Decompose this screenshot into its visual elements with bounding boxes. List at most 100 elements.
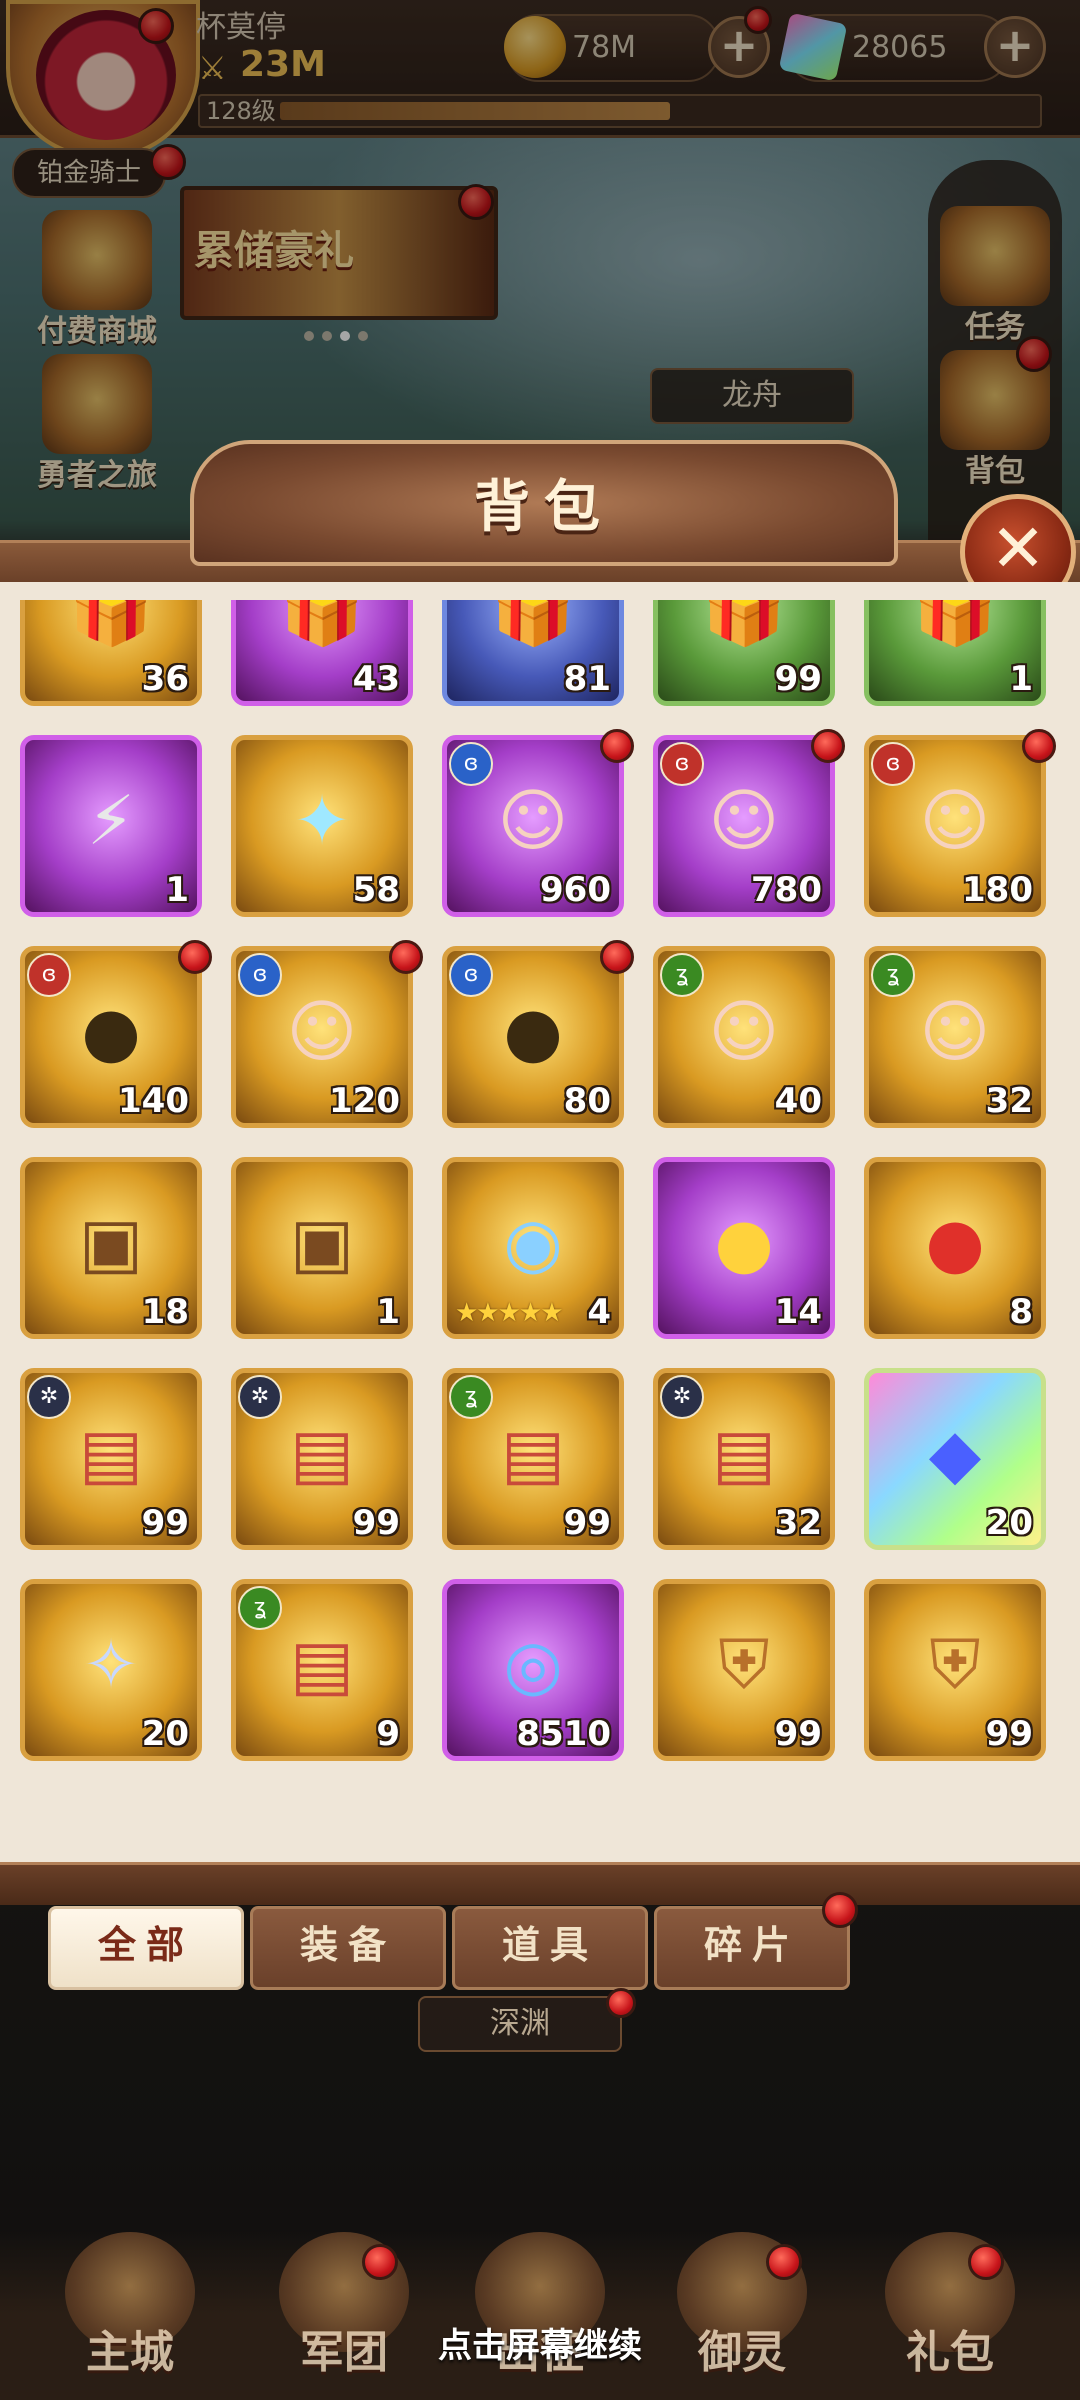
hero-shadow-icon: ● [503, 993, 563, 1072]
nav-expedition[interactable]: 出征 [450, 2232, 630, 2392]
inventory-slot[interactable]: 🎁 1 [864, 600, 1046, 706]
inventory-slot[interactable]: ▤ ✲ 99 [231, 1368, 413, 1550]
tap-to-continue-hint[interactable]: 点击屏幕继续 [0, 2318, 1080, 2367]
element-badge-icon: ✲ [238, 1375, 282, 1419]
inventory-slot[interactable]: ● ɞ 140 [20, 946, 202, 1128]
inventory-slot[interactable]: ⛨ 99 [864, 1579, 1046, 1761]
inventory-slot[interactable]: 🎁 43 [231, 600, 413, 706]
shield-crest-icon: ⛨ [718, 1626, 770, 1705]
red-chest-icon: ▤ [289, 1415, 355, 1494]
item-count: 9 [376, 1714, 400, 1754]
inventory-slot[interactable]: ☺ ɞ 120 [231, 946, 413, 1128]
panel-bottom-frame [0, 1862, 1080, 1905]
element-badge-icon: ɞ [871, 742, 915, 786]
item-count: 40 [774, 1081, 822, 1121]
item-count: 36 [141, 659, 189, 699]
hero-portrait-icon: ☺ [497, 782, 569, 861]
inventory-slot[interactable]: ☺ ʓ 40 [653, 946, 835, 1128]
item-count: 58 [352, 870, 400, 910]
item-count: 180 [962, 870, 1033, 910]
notification-dot [389, 940, 423, 974]
inventory-slot[interactable]: ☺ ɞ 960 [442, 735, 624, 917]
item-count: 8 [1009, 1292, 1033, 1332]
nav-legion[interactable]: 军团 [254, 2232, 434, 2392]
tab-fragments[interactable]: 碎片 [654, 1906, 850, 1990]
notification-dot [822, 1892, 858, 1928]
inventory-slot[interactable]: ◉ ★★★★★ 4 [442, 1157, 624, 1339]
red-chest-icon: ▤ [289, 1626, 355, 1705]
element-badge-icon: ɞ [449, 953, 493, 997]
modal-title-plaque: 背包 [190, 440, 898, 566]
item-count: 80 [563, 1081, 611, 1121]
inventory-slot[interactable]: ● 14 [653, 1157, 835, 1339]
inventory-slot[interactable]: ● 8 [864, 1157, 1046, 1339]
inventory-slot[interactable]: ● ɞ 80 [442, 946, 624, 1128]
item-count: 32 [985, 1081, 1033, 1121]
item-count: 780 [751, 870, 822, 910]
claw-shard-icon: ⚡ [87, 782, 135, 861]
inventory-slot[interactable]: ▤ ✲ 32 [653, 1368, 835, 1550]
inventory-slot[interactable]: 🎁 99 [653, 600, 835, 706]
nav-main-city[interactable]: 主城 [40, 2232, 220, 2392]
element-badge-icon: ɞ [449, 742, 493, 786]
red-chest-icon: ▤ [711, 1415, 777, 1494]
inventory-slot[interactable]: ⛨ 99 [653, 1579, 835, 1761]
item-count: 99 [563, 1503, 611, 1543]
tab-props[interactable]: 道具 [452, 1906, 648, 1990]
hero-portrait-icon: ☺ [708, 993, 780, 1072]
treasure-chest-icon: 🎁 [490, 600, 576, 650]
item-count: 8510 [516, 1714, 611, 1754]
inventory-slot[interactable]: ▤ ʓ 99 [442, 1368, 624, 1550]
notification-dot [362, 2244, 398, 2280]
red-chest-icon: ▤ [78, 1415, 144, 1494]
inventory-slot[interactable]: ▤ ʓ 9 [231, 1579, 413, 1761]
inventory-slot[interactable]: ▣ 1 [231, 1157, 413, 1339]
item-count: 99 [774, 1714, 822, 1754]
inventory-slot[interactable]: ⚡ 1 [20, 735, 202, 917]
notification-dot [606, 1988, 636, 2018]
inventory-slot[interactable]: 🎁 81 [442, 600, 624, 706]
inventory-slot[interactable]: ☺ ɞ 180 [864, 735, 1046, 917]
item-count: 99 [774, 659, 822, 699]
element-badge-icon: ɞ [660, 742, 704, 786]
item-count: 20 [141, 1714, 189, 1754]
star-rating: ★★★★★ [455, 1298, 564, 1328]
inventory-slot[interactable]: 🎁 36 [20, 600, 202, 706]
item-count: 14 [774, 1292, 822, 1332]
notification-dot [600, 729, 634, 763]
inventory-slot[interactable]: ◎ 8510 [442, 1579, 624, 1761]
item-count: 99 [141, 1503, 189, 1543]
item-count: 43 [352, 659, 400, 699]
wooden-box-icon: ▣ [78, 1204, 144, 1283]
inventory-slot[interactable]: ✧ 20 [20, 1579, 202, 1761]
inventory-slot[interactable]: ✦ 58 [231, 735, 413, 917]
element-badge-icon: ʓ [871, 953, 915, 997]
inventory-slot[interactable]: ▤ ✲ 99 [20, 1368, 202, 1550]
item-count: 120 [329, 1081, 400, 1121]
inventory-grid[interactable]: 🎁 36 🎁 43 🎁 81 🎁 99 🎁 1 ⚡ 1 ✦ 58 ☺ ɞ 960 ☺ ɞ 780 ☺ ɞ 180 ● ɞ 140 ☺… [20, 600, 1060, 1820]
element-badge-icon: ✲ [27, 1375, 71, 1419]
inventory-slot[interactable]: ☺ ɞ 780 [653, 735, 835, 917]
tab-all[interactable]: 全部 [48, 1906, 244, 1990]
item-count: 32 [774, 1503, 822, 1543]
tab-equipment[interactable]: 装备 [250, 1906, 446, 1990]
inventory-slot[interactable]: ▣ 18 [20, 1157, 202, 1339]
item-count: 140 [118, 1081, 189, 1121]
blue-orb-icon: ◎ [503, 1626, 563, 1705]
notification-dot [600, 940, 634, 974]
inventory-slot[interactable]: ☺ ʓ 32 [864, 946, 1046, 1128]
item-count: 960 [540, 870, 611, 910]
hero-shadow-icon: ● [81, 993, 141, 1072]
inventory-slot[interactable]: ◆ 20 [864, 1368, 1046, 1550]
element-badge-icon: ✲ [660, 1375, 704, 1419]
hero-portrait-icon: ☺ [919, 782, 991, 861]
orb-icon: ◉ [503, 1204, 563, 1283]
modal-title: 背包 [474, 475, 614, 540]
treasure-chest-icon: 🎁 [912, 600, 998, 650]
nav-spirit[interactable]: 御灵 [652, 2232, 832, 2392]
item-count: 1 [1009, 659, 1033, 699]
element-badge-icon: ʓ [238, 1586, 282, 1630]
abyss-tag: 深渊 [418, 1996, 622, 2052]
nav-gift-pack[interactable]: 礼包 [860, 2232, 1040, 2392]
notification-dot [1022, 729, 1056, 763]
